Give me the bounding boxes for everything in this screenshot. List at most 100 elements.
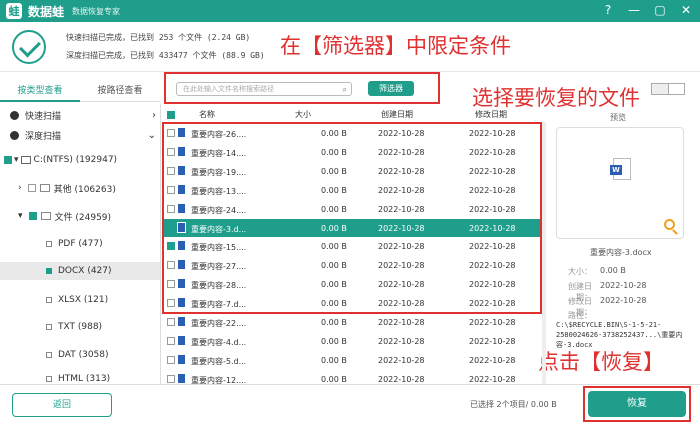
table-row[interactable]: 重要内容-5.d... 0.00 B 2022-10-28 2022-10-28 [163,351,541,369]
table-row[interactable]: 重要内容-22.... 0.00 B 2022-10-28 2022-10-28 [163,313,541,331]
view-toggle[interactable] [651,83,685,95]
footer: 返回 已选择 2个项目/ 0.00 B 恢复 [0,384,700,427]
chevron-down-icon: ⌄ [147,129,156,141]
restore-icon[interactable]: ▢ [652,3,668,17]
file-size: 0.00 B [321,318,347,327]
preview-title: 预览 [610,113,626,122]
recover-button[interactable]: 恢复 [588,391,686,417]
check-circle-icon [12,30,46,64]
file-modified: 2022-10-28 [469,318,516,327]
docx-file-icon [177,316,186,327]
row-checkbox[interactable] [167,318,175,326]
filter-highlight-box [164,72,440,104]
minimize-icon[interactable]: — [626,3,642,17]
files-checkbox[interactable] [28,212,37,220]
file-modified: 2022-10-28 [469,355,516,365]
sidebar-item-label: 其他 (106263) [53,184,116,195]
drive-icon [20,156,31,164]
sidebar-item-label: 深度扫描 [25,131,62,142]
back-button[interactable]: 返回 [12,393,112,417]
scrollbar[interactable] [542,122,546,384]
help-icon[interactable]: ? [600,3,616,17]
expand-icon[interactable]: › [18,183,22,193]
drive-checkbox[interactable] [4,156,12,164]
column-name[interactable]: 名称 [199,109,215,120]
app-name: 数据蛙 [28,4,65,19]
sidebar-item-xlsx[interactable]: XLSX (121) [0,291,160,309]
deep-scan-icon [10,130,19,140]
file-modified: 2022-10-28 [469,374,516,384]
txt-checkbox[interactable] [46,324,52,330]
tab-by-type[interactable]: 按类型查看 [0,80,80,102]
table-row[interactable]: 重要内容-4.d... 0.00 B 2022-10-28 2022-10-28 [163,332,541,350]
sidebar-item-files[interactable]: ▾ 文件 (24959) [0,207,160,225]
close-icon[interactable]: ✕ [678,3,694,17]
sidebar-item-label: HTML (313) [58,374,111,384]
other-checkbox[interactable] [27,184,36,192]
file-created: 2022-10-28 [378,355,425,365]
file-created: 2022-10-28 [378,374,425,384]
sidebar-item-label: C:(NTFS) (192947) [33,155,118,165]
preview-path: C:\$RECYCLE.BIN\S-1-5-21-2580024626-3738… [556,321,683,349]
divider [160,104,161,384]
docx-checkbox[interactable] [46,268,52,274]
column-created[interactable]: 创建日期 [381,109,413,120]
chevron-right-icon: › [152,109,156,121]
row-checkbox[interactable] [167,336,175,345]
quick-scan-status: 快速扫描已完成，已找到 253 个文件 (2.24 GB) [66,33,251,42]
sidebar-item-drive-c[interactable]: ▾ C:(NTFS) (192947) [0,151,160,169]
sidebar-item-label: DAT (3058) [58,350,109,360]
column-size[interactable]: 大小 [295,109,311,120]
selection-highlight-box [162,122,542,314]
list-view-icon[interactable] [652,84,668,94]
quick-scan-icon [10,110,19,120]
word-doc-icon: W [610,158,631,180]
size-label: 大小： [568,267,592,276]
sidebar-item-label: 快速扫描 [25,111,62,122]
dat-checkbox[interactable] [46,352,52,358]
annotation-filter: 在【筛选器】中限定条件 [280,34,511,58]
annotation-recover: 点击【恢复】 [538,350,664,374]
modified-value: 2022-10-28 [600,296,647,305]
file-created: 2022-10-28 [378,318,425,327]
title-bar: 蛙 数据蛙 数据恢复专家 ? — ▢ ✕ [0,0,700,22]
docx-file-icon [177,334,186,346]
sidebar-item-dat[interactable]: DAT (3058) [0,346,160,364]
file-size: 0.00 B [321,355,347,365]
expand-icon[interactable]: ▾ [14,155,19,165]
sidebar-item-docx[interactable]: DOCX (427) [0,262,160,280]
file-size: 0.00 B [321,336,347,346]
preview-filename: 重要内容-3.docx [590,248,652,257]
select-all-checkbox[interactable] [167,111,175,119]
html-checkbox[interactable] [46,376,52,382]
sidebar-item-deep-scan[interactable]: 深度扫描 ⌄ [0,126,160,144]
sidebar-item-txt[interactable]: TXT (988) [0,318,160,336]
table-header: 名称 大小 创建日期 修改日期 [163,108,541,122]
file-size: 0.00 B [321,374,347,384]
file-name: 重要内容-5.d... [191,356,247,366]
sidebar-item-pdf[interactable]: PDF (477) [0,235,160,253]
sidebar-item-label: 文件 (24959) [54,212,112,223]
sidebar-item-label: XLSX (121) [58,295,109,305]
sidebar-item-other[interactable]: › 其他 (106263) [0,179,160,197]
app-logo-icon: 蛙 [6,3,22,19]
zoom-icon[interactable] [664,219,675,230]
sidebar-item-label: TXT (988) [58,322,103,332]
row-checkbox[interactable] [167,374,175,383]
word-letter: W [610,165,622,175]
sidebar-item-html[interactable]: HTML (313) [0,374,160,384]
folder-icon [39,184,50,192]
xlsx-checkbox[interactable] [46,297,52,303]
grid-view-icon[interactable] [667,84,685,94]
pdf-checkbox[interactable] [46,241,52,247]
expand-icon[interactable]: ▾ [18,211,23,221]
created-value: 2022-10-28 [600,281,647,290]
tab-by-path[interactable]: 按路径查看 [80,80,160,102]
sidebar-item-label: DOCX (427) [58,266,112,276]
file-modified: 2022-10-28 [469,336,516,346]
file-name: 重要内容-22.... [191,319,247,328]
file-name: 重要内容-4.d... [191,337,247,347]
sidebar-item-quick-scan[interactable]: 快速扫描 › [0,106,160,124]
column-modified[interactable]: 修改日期 [475,109,507,120]
row-checkbox[interactable] [167,355,175,364]
